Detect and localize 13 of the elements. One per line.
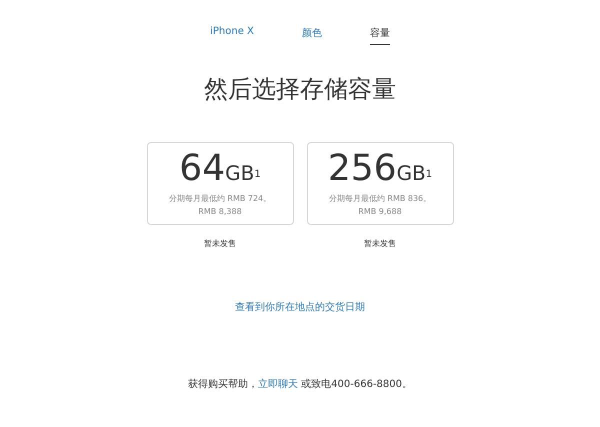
installment-text: 分期每月最低约 RMB 724。 [168, 192, 272, 204]
page-title: 然后选择存储容量 [203, 74, 397, 105]
price-text: RMB 8,388 [198, 206, 242, 218]
availability-text: 暂未发售 [364, 238, 396, 249]
nav-tab[interactable]: iPhone X [210, 26, 254, 45]
nav-tab[interactable]: 颜色 [302, 26, 322, 45]
availability-text: 暂未发售 [204, 238, 236, 249]
chat-link[interactable]: 立即聊天 [258, 379, 298, 390]
price-text: RMB 9,688 [358, 206, 402, 218]
help-text: 获得购买帮助，立即聊天 或致电400-666-8800。 [186, 378, 414, 391]
installment-text: 分期每月最低约 RMB 836。 [328, 192, 432, 204]
nav-tab[interactable]: 容量 [370, 26, 390, 45]
delivery-date-link[interactable]: 查看到你所在地点的交货日期 [0, 300, 600, 314]
